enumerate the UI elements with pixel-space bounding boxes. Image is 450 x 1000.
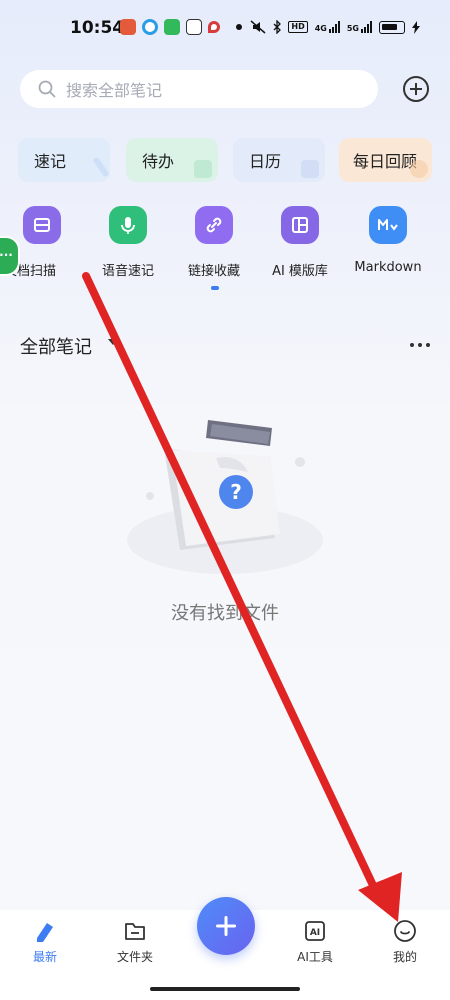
create-note-button[interactable] bbox=[197, 897, 255, 955]
quick-card-label: 日历 bbox=[249, 152, 282, 171]
status-time: 10:54 bbox=[70, 18, 125, 38]
ai-icon: AI bbox=[280, 918, 350, 944]
link-icon bbox=[195, 206, 233, 244]
profile-icon bbox=[370, 918, 440, 944]
tool-label: Markdown bbox=[354, 260, 422, 275]
quick-card-calendar[interactable]: 日历 bbox=[233, 138, 325, 182]
tab-label: AI工具 bbox=[297, 950, 333, 964]
quick-card-label: 待办 bbox=[142, 152, 175, 171]
page-indicator bbox=[211, 286, 219, 290]
mic-icon bbox=[109, 206, 147, 244]
tool-label: AI 模版库 bbox=[272, 264, 328, 279]
search-placeholder: 搜索全部笔记 bbox=[66, 81, 163, 100]
tool-markdown[interactable]: Markdown bbox=[346, 206, 430, 275]
side-floating-tab[interactable]: ··· bbox=[0, 236, 20, 276]
quick-card-label: 每日回顾 bbox=[353, 152, 418, 171]
message-app-icon bbox=[164, 19, 180, 35]
tool-label: 语音速记 bbox=[101, 264, 154, 279]
signal-icon-2: 5G bbox=[347, 21, 372, 33]
mute-icon bbox=[250, 20, 266, 34]
scan-icon bbox=[23, 206, 61, 244]
quick-card-memo[interactable]: 速记 bbox=[18, 138, 110, 182]
quick-card-label: 速记 bbox=[34, 152, 67, 171]
pen-icon bbox=[92, 156, 110, 178]
status-app-icons bbox=[120, 19, 242, 35]
hd-badge: HD bbox=[288, 21, 308, 33]
section-header: 全部笔记 bbox=[20, 333, 432, 359]
dot-icon bbox=[236, 24, 242, 30]
browser-app-icon bbox=[142, 19, 158, 35]
empty-folder-illustration: ? bbox=[127, 420, 323, 574]
section-title[interactable]: 全部笔记 bbox=[20, 337, 92, 358]
tools-row: 文档扫描 语音速记 链接收藏 AI 模版库 Markdown bbox=[0, 206, 450, 286]
tool-ai-templates[interactable]: AI 模版库 bbox=[258, 206, 342, 279]
folder-icon bbox=[100, 918, 170, 944]
status-bar: 10:54 HD 4G 5G bbox=[0, 0, 450, 58]
svg-text:?: ? bbox=[230, 480, 242, 504]
shopping-app-icon bbox=[186, 19, 202, 35]
review-icon bbox=[410, 160, 428, 178]
signal-icon-1: 4G bbox=[315, 21, 340, 33]
tab-label: 文件夹 bbox=[116, 950, 153, 964]
status-indicators: HD 4G 5G bbox=[250, 20, 420, 34]
network-label-2: 5G bbox=[346, 24, 359, 33]
tab-latest[interactable]: 最新 bbox=[10, 918, 80, 965]
bluetooth-icon bbox=[273, 20, 282, 34]
home-indicator bbox=[150, 987, 300, 991]
quick-card-daily-review[interactable]: 每日回顾 bbox=[339, 138, 432, 182]
svg-text:AI: AI bbox=[310, 928, 320, 938]
tab-mine[interactable]: 我的 bbox=[370, 918, 440, 965]
calendar-icon bbox=[301, 160, 319, 178]
tool-link-collect[interactable]: 链接收藏 bbox=[172, 206, 256, 279]
battery-icon bbox=[379, 20, 405, 34]
tab-folders[interactable]: 文件夹 bbox=[100, 918, 170, 965]
tab-label: 最新 bbox=[32, 950, 57, 964]
more-options-icon[interactable] bbox=[410, 343, 430, 347]
chevron-down-icon[interactable] bbox=[108, 339, 118, 345]
quick-cards: 速记 待办 日历 每日回顾 bbox=[0, 138, 450, 182]
tab-label: 我的 bbox=[392, 950, 417, 964]
search-bar[interactable]: 搜索全部笔记 bbox=[20, 70, 378, 108]
network-label-1: 4G bbox=[314, 24, 327, 33]
music-app-icon bbox=[120, 19, 136, 35]
template-icon bbox=[281, 206, 319, 244]
add-note-icon[interactable] bbox=[403, 76, 429, 102]
charging-icon bbox=[412, 20, 420, 34]
markdown-icon bbox=[369, 206, 407, 244]
tool-label: 链接收藏 bbox=[187, 264, 240, 279]
tab-ai-tools[interactable]: AI AI工具 bbox=[280, 918, 350, 965]
empty-state-message: 没有找到文件 bbox=[171, 603, 279, 624]
location-app-icon bbox=[208, 21, 220, 33]
quick-card-todo[interactable]: 待办 bbox=[126, 138, 218, 182]
search-icon bbox=[38, 80, 56, 98]
note-edit-icon bbox=[10, 918, 80, 944]
tool-voice-memo[interactable]: 语音速记 bbox=[86, 206, 170, 279]
check-icon bbox=[194, 160, 212, 178]
